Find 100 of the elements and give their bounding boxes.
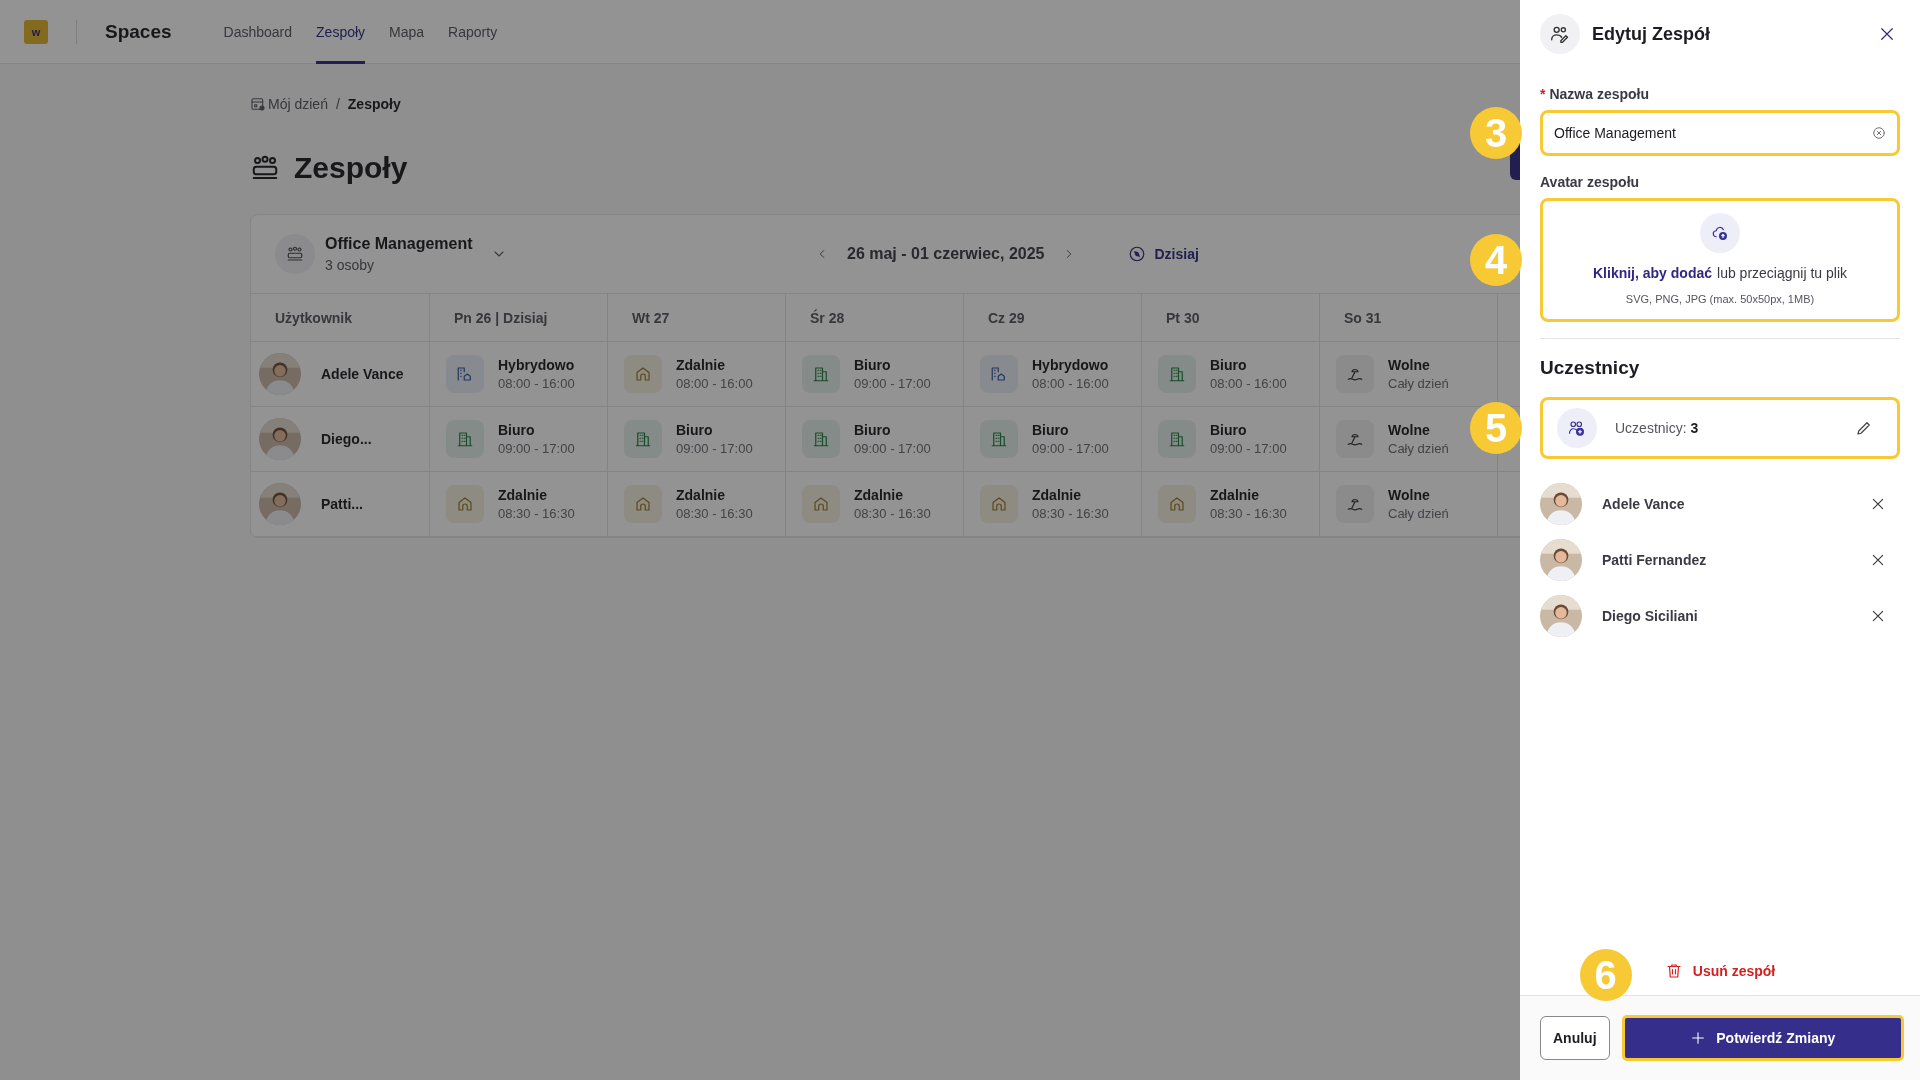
nav-tab[interactable]: Raporty [448,0,498,64]
column-header: Użytkownik [275,309,352,326]
column-header: Pt 30 [1166,309,1200,326]
status-label: Biuro [854,422,892,438]
panel-title: Edytuj Zespół [1592,23,1711,45]
app-name: Spaces [105,20,172,43]
clear-icon [1872,126,1886,140]
status-time: 08:30 - 16:30 [498,506,575,521]
nav-tab[interactable]: Mapa [389,0,425,64]
building-home-icon [990,365,1008,383]
compass-icon [1128,245,1147,263]
close-icon [1870,608,1886,624]
status-label: Zdalnie [1032,487,1082,503]
delete-team-button[interactable]: Usuń zespół [1658,961,1782,981]
house-icon [634,365,652,383]
status-time: 08:30 - 16:30 [1032,506,1109,521]
app-logo[interactable]: w [24,19,48,44]
status-label: Biuro [1210,357,1248,373]
column-header: So 31 [1344,309,1382,326]
field-label: Avatar zespołu [1540,174,1641,190]
house-icon [1168,495,1186,513]
text-field[interactable]: Office Management [1540,110,1900,156]
step-badge: 3 [1470,107,1522,159]
upload-text: lub przeciągnij tu plik [1717,265,1847,281]
house-icon [456,495,474,513]
team-name: Office Management [325,235,473,253]
breadcrumb-link[interactable]: Mój dzień [268,96,328,112]
status-time: 08:00 - 16:00 [676,376,753,391]
status-label: Hybrydowo [498,357,575,373]
status-time: 09:00 - 17:00 [1032,441,1109,456]
status-time: Cały dzień [1388,506,1449,521]
status-label: Biuro [1032,422,1070,438]
step-badge: 6 [1579,949,1632,1001]
section-heading: Uczestnicy [1540,357,1641,379]
page-title: Zespoły [294,151,408,185]
file-hint: SVG, PNG, JPG (max. 50x50px, 1MB) [1625,293,1815,305]
field-label: Nazwa zespołu [1549,86,1650,102]
trash-icon [1664,962,1683,980]
nav-tab[interactable]: Zespoły [316,0,366,64]
house-icon [812,495,830,513]
status-label: Hybrydowo [1032,357,1109,373]
building-home-icon [456,365,474,383]
breadcrumb-separator: / [335,96,340,112]
team-selector[interactable]: Office Management 3 osoby [275,234,811,274]
user-edit-icon [1550,24,1570,44]
user-name: Adele Vance [321,366,404,382]
status-label: Biuro [498,422,536,438]
required-mark: * [1540,86,1546,102]
member-name: Diego Siciliani [1602,608,1699,624]
add-user-icon [1568,419,1586,437]
status-time: 09:00 - 17:00 [854,441,931,456]
user-name: Diego... [321,431,372,447]
status-time: 08:00 - 16:00 [1032,376,1109,391]
status-time: 09:00 - 17:00 [1210,441,1287,456]
close-icon [1870,496,1886,512]
status-label: Wolne [1388,487,1431,503]
status-time: 08:30 - 16:30 [676,506,753,521]
building-icon [812,430,830,448]
status-time: 08:00 - 16:00 [498,376,575,391]
cancel-button[interactable]: Anuluj [1540,1016,1610,1060]
status-label: Biuro [854,357,892,373]
upload-area[interactable]: Kliknij, aby dodać lub przeciągnij tu plik SVG, PNG, JPG (max. 50x50px, 1MB) [1540,198,1900,322]
cloud-upload-icon [1711,224,1729,242]
building-icon [1168,365,1186,383]
status-time: 08:00 - 16:00 [1210,376,1287,391]
status-label: Biuro [676,422,714,438]
status-label: Zdalnie [854,487,904,503]
member-count: 3 osoby [325,257,376,273]
column-header: Cz 29 [988,309,1025,326]
breadcrumb-link[interactable]: Zespoły [347,96,401,112]
today-button[interactable]: Dzisiaj [1122,244,1205,264]
status-label: Zdalnie [676,357,726,373]
building-icon [1168,430,1186,448]
calendar-gear-icon [250,96,266,112]
house-icon [634,495,652,513]
user-name: Patti... [321,496,363,512]
member-name: Patti Fernandez [1602,552,1708,568]
status-time: Cały dzień [1388,376,1449,391]
building-icon [990,430,1008,448]
status-time: Cały dzień [1388,441,1449,456]
member-name: Adele Vance [1602,496,1686,512]
status-label: Biuro [1210,422,1248,438]
confirm-button[interactable]: Potwierdź Zmiany [1621,1015,1904,1061]
upload-link[interactable]: Kliknij, aby dodać [1593,265,1713,281]
date-range: 26 maj - 01 czerwiec, 2025 [847,245,1045,263]
status-label: Zdalnie [498,487,548,503]
building-icon [634,430,652,448]
column-header: Pn 26 | Dzisiaj [454,309,548,326]
building-icon [456,430,474,448]
status-time: 09:00 - 17:00 [854,376,931,391]
close-icon [1870,552,1886,568]
status-time: 08:30 - 16:30 [854,506,931,521]
status-label: Wolne [1388,357,1431,373]
house-icon [990,495,1008,513]
nav-tab[interactable]: Dashboard [223,0,293,64]
participants-field[interactable]: Uczestnicy: 3 [1540,397,1900,459]
status-label: Zdalnie [1210,487,1260,503]
pencil-icon [1855,419,1873,437]
status-label: Zdalnie [676,487,726,503]
plus-icon [1690,1030,1707,1046]
